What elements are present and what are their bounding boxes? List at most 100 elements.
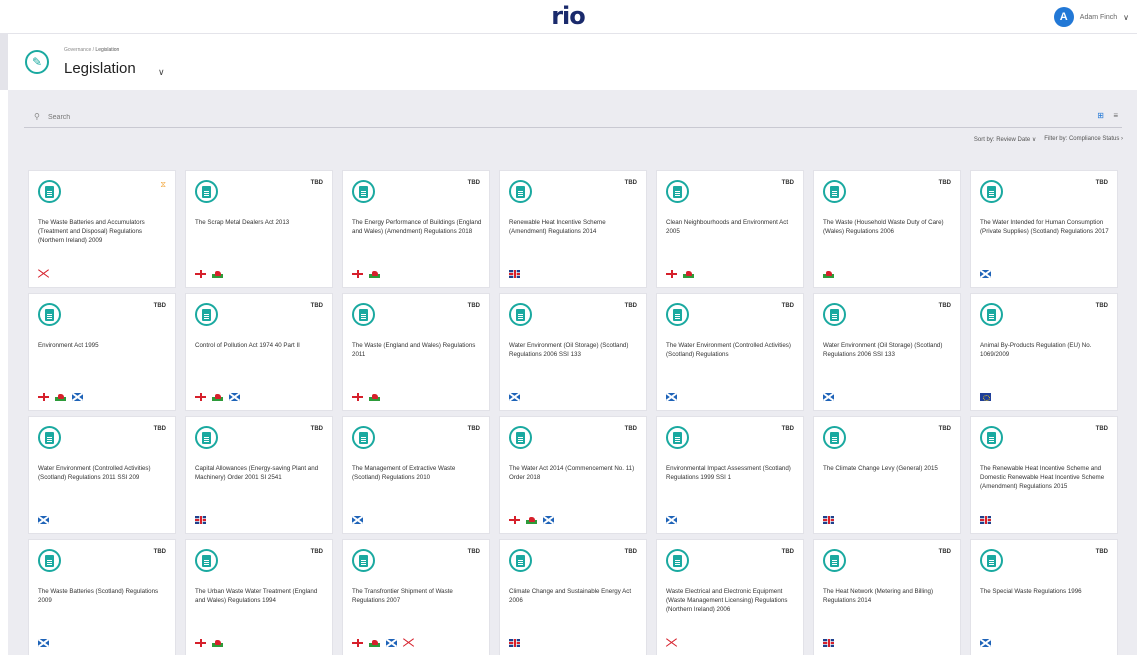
document-glyph: [516, 185, 525, 198]
legislation-card[interactable]: TBD Environmental Impact Assessment (Scot…: [656, 416, 804, 534]
scotland-flag-icon: [386, 639, 397, 647]
chevron-down-icon[interactable]: ∨: [1123, 13, 1129, 22]
document-glyph: [516, 431, 525, 444]
card-title: Control of Pollution Act 1974 40 Part II: [195, 342, 300, 349]
status-badge: TBD: [938, 180, 951, 186]
document-glyph: [45, 554, 54, 567]
jurisdiction-flags: [352, 516, 363, 524]
jurisdiction-flags: [980, 270, 991, 278]
card-title: The Scrap Metal Dealers Act 2013: [195, 219, 290, 226]
legislation-card[interactable]: ⧖ The Waste Batteries and Accumulators (T…: [28, 170, 176, 288]
page-title[interactable]: Legislation: [64, 60, 136, 77]
legislation-card[interactable]: TBD The Transfrontier Shipment of Waste R…: [342, 539, 490, 655]
jurisdiction-flags: [980, 393, 991, 401]
search-bar: ⚲ ⊞ ≡: [24, 106, 1122, 128]
document-glyph: [202, 185, 211, 198]
jurisdiction-flags: [509, 639, 520, 647]
legislation-card[interactable]: TBD The Urban Waste Water Treatment (Engl…: [185, 539, 333, 655]
avatar[interactable]: A: [1053, 7, 1074, 27]
england-flag-icon: [509, 516, 520, 524]
legislation-card[interactable]: TBD The Scrap Metal Dealers Act 2013: [185, 170, 333, 288]
card-title: Waste Electrical and Electronic Equipmen…: [666, 588, 788, 613]
wales-flag-icon: [369, 270, 380, 278]
legislation-card[interactable]: TBD The Climate Change Levy (General) 201…: [813, 416, 961, 534]
scotland-flag-icon: [666, 516, 677, 524]
legislation-card[interactable]: TBD The Waste (Household Waste Duty of Ca…: [813, 170, 961, 288]
card-title: Climate Change and Sustainable Energy Ac…: [509, 588, 632, 604]
document-icon: [352, 426, 375, 449]
jurisdiction-flags: [666, 393, 677, 401]
legislation-card[interactable]: TBD The Water Intended for Human Consumpt…: [970, 170, 1118, 288]
scotland-flag-icon: [509, 393, 520, 401]
wales-flag-icon: [369, 393, 380, 401]
uk-flag-icon: [509, 639, 520, 647]
status-badge: TBD: [781, 180, 794, 186]
status-badge: TBD: [1095, 180, 1108, 186]
list-view-icon[interactable]: ≡: [1113, 111, 1118, 120]
document-icon: [666, 303, 689, 326]
legislation-card[interactable]: TBD Climate Change and Sustainable Energy…: [499, 539, 647, 655]
document-glyph: [830, 308, 839, 321]
legislation-card[interactable]: TBD Animal By-Products Regulation (EU) No…: [970, 293, 1118, 411]
scotland-flag-icon: [38, 639, 49, 647]
legislation-card[interactable]: TBD Water Environment (Oil Storage) (Scot…: [499, 293, 647, 411]
jurisdiction-flags: [352, 393, 380, 401]
page-header: ✎ Governance / Legislation Legislation ∨: [0, 34, 1137, 90]
wales-flag-icon: [212, 639, 223, 647]
jurisdiction-flags: [195, 393, 240, 401]
document-glyph: [987, 185, 996, 198]
legislation-card[interactable]: TBD Capital Allowances (Energy-saving Pla…: [185, 416, 333, 534]
filter-dropdown[interactable]: Filter by: Compliance Status ›: [1044, 136, 1123, 143]
legislation-card[interactable]: TBD The Renewable Heat Incentive Scheme a…: [970, 416, 1118, 534]
legislation-card[interactable]: TBD Waste Electrical and Electronic Equip…: [656, 539, 804, 655]
northern-ireland-flag-icon: [38, 270, 49, 278]
rio-logo[interactable]: rio: [551, 4, 586, 28]
legislation-card[interactable]: TBD Water Environment (Controlled Activit…: [28, 416, 176, 534]
eu-flag-icon: [980, 393, 991, 401]
status-badge: TBD: [153, 426, 166, 432]
document-glyph: [987, 431, 996, 444]
grid-view-icon[interactable]: ⊞: [1097, 111, 1104, 120]
legislation-card[interactable]: TBD The Waste (England and Wales) Regulat…: [342, 293, 490, 411]
card-title: Environmental Impact Assessment (Scotlan…: [666, 465, 791, 481]
status-badge: TBD: [781, 303, 794, 309]
status-badge: TBD: [1095, 549, 1108, 555]
jurisdiction-flags: [666, 516, 677, 524]
hourglass-icon: ⧖: [160, 180, 166, 189]
status-badge: TBD: [781, 549, 794, 555]
document-icon: [352, 303, 375, 326]
legislation-card[interactable]: TBD Clean Neighbourhoods and Environment …: [656, 170, 804, 288]
breadcrumb-governance[interactable]: Governance: [64, 47, 91, 53]
england-flag-icon: [195, 639, 206, 647]
legislation-card[interactable]: TBD Renewable Heat Incentive Scheme (Amen…: [499, 170, 647, 288]
card-title: The Transfrontier Shipment of Waste Regu…: [352, 588, 453, 604]
search-icon: ⚲: [34, 112, 40, 121]
user-name[interactable]: Adam Finch: [1080, 14, 1117, 21]
search-input[interactable]: [48, 109, 648, 125]
legislation-card[interactable]: TBD The Management of Extractive Waste (S…: [342, 416, 490, 534]
legislation-card[interactable]: TBD Environment Act 1995: [28, 293, 176, 411]
jurisdiction-flags: [823, 516, 834, 524]
card-title: Water Environment (Oil Storage) (Scotlan…: [823, 342, 943, 358]
legislation-card[interactable]: TBD Water Environment (Oil Storage) (Scot…: [813, 293, 961, 411]
legislation-card[interactable]: TBD The Special Waste Regulations 1996: [970, 539, 1118, 655]
document-icon: [38, 549, 61, 572]
scotland-flag-icon: [666, 393, 677, 401]
status-badge: TBD: [467, 303, 480, 309]
chevron-down-icon[interactable]: ∨: [158, 67, 165, 78]
document-glyph: [45, 308, 54, 321]
legislation-card[interactable]: TBD The Heat Network (Metering and Billin…: [813, 539, 961, 655]
card-title: Renewable Heat Incentive Scheme (Amendme…: [509, 219, 606, 235]
legislation-card[interactable]: TBD The Waste Batteries (Scotland) Regula…: [28, 539, 176, 655]
user-menu[interactable]: A Adam Finch ∨: [1053, 7, 1129, 27]
legislation-card[interactable]: TBD The Water Environment (Controlled Act…: [656, 293, 804, 411]
card-title: The Waste Batteries and Accumulators (Tr…: [38, 219, 145, 244]
legislation-card[interactable]: TBD The Energy Performance of Buildings (…: [342, 170, 490, 288]
wales-flag-icon: [823, 270, 834, 278]
card-title: The Management of Extractive Waste (Scot…: [352, 465, 456, 481]
sort-dropdown[interactable]: Sort by: Review Date ∨: [974, 136, 1036, 143]
legislation-card[interactable]: TBD The Water Act 2014 (Commencement No. …: [499, 416, 647, 534]
legislation-card[interactable]: TBD Control of Pollution Act 1974 40 Part…: [185, 293, 333, 411]
document-glyph: [830, 554, 839, 567]
status-badge: TBD: [938, 549, 951, 555]
